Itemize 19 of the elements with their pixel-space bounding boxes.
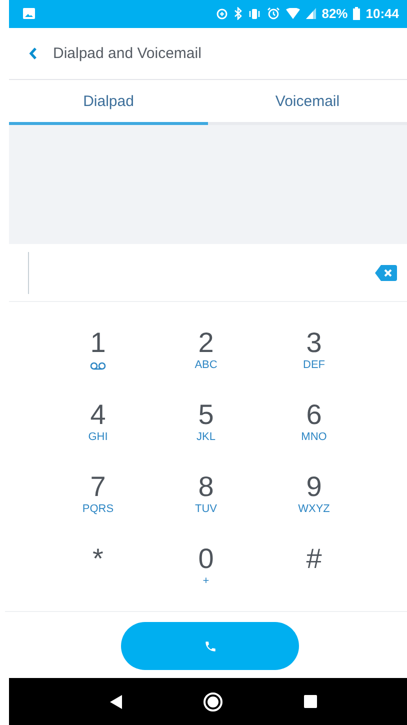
image-icon [23, 8, 35, 20]
battery-icon [352, 7, 360, 20]
voicemail-icon [90, 362, 106, 370]
clock-time: 10:44 [366, 6, 399, 22]
alarm-icon [266, 7, 280, 20]
home-nav-icon[interactable] [202, 692, 222, 712]
bluetooth-icon [234, 7, 242, 20]
back-nav-icon[interactable] [110, 694, 122, 709]
phone-icon [204, 640, 216, 653]
vibrate-icon [248, 8, 261, 20]
battery-percent: 82% [322, 6, 348, 22]
data-saver-icon [216, 8, 228, 20]
wifi-icon [286, 8, 300, 20]
screen-title: Dialpad and Voicemail [53, 44, 202, 62]
call-button[interactable] [121, 622, 299, 670]
recents-nav-icon[interactable] [304, 695, 316, 708]
signal-icon [306, 8, 316, 20]
backspace-icon[interactable] [375, 264, 397, 281]
back-icon[interactable] [29, 46, 37, 60]
